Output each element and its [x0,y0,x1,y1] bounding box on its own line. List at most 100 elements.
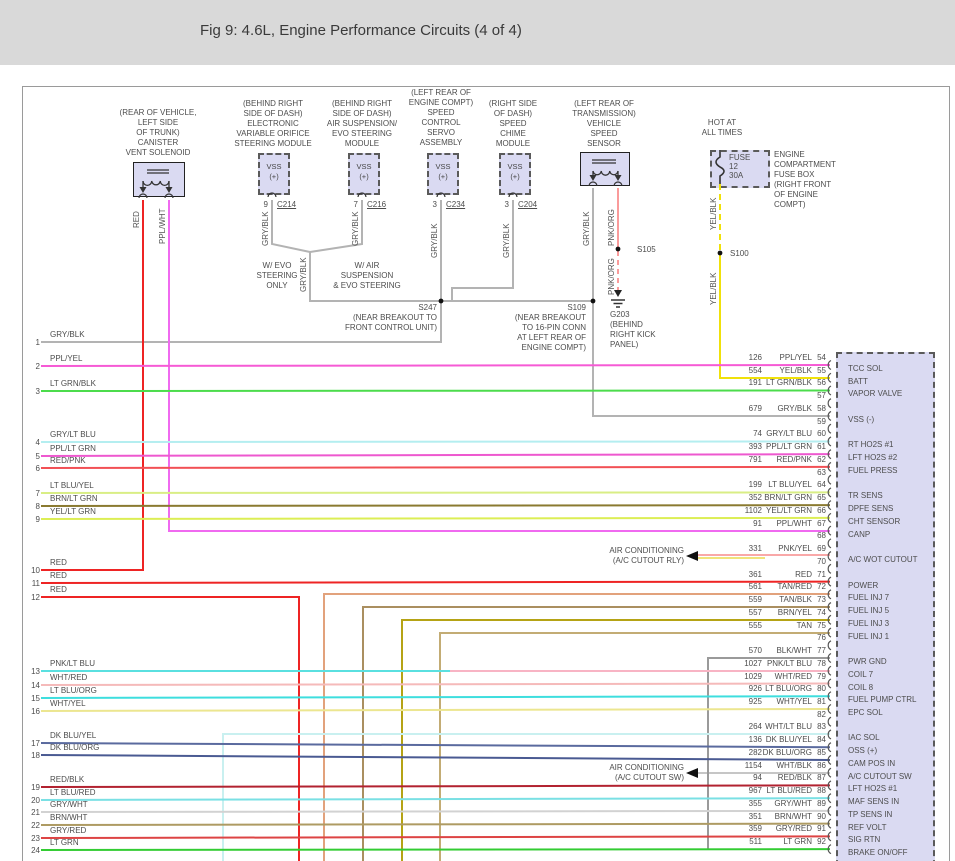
pcm-pin-number: 67 [817,518,826,528]
ac-cutout-rly-callout: AIR CONDITIONING (A/C CUTOUT RLY) [609,546,684,565]
pcm-wire-color: PPL/LT GRN [766,442,812,452]
canister-label: (REAR OF VEHICLE, LEFT SIDE OF TRUNK) CA… [119,108,197,157]
left-row-number: 23 [31,834,40,843]
left-row-label: PPL/YEL [50,354,83,363]
air-evo-label: W/ AIR SUSPENSION & EVO STEERING [333,261,401,290]
pcm-wire-color: PNK/YEL [778,544,812,554]
pcm-pin-number: 72 [817,582,826,592]
pcm-pin-number: 74 [817,607,826,617]
pcm-pin-number: 62 [817,454,826,464]
pcm-pin-label: TR SENS [848,491,883,501]
pcm-pin-label: CHT SENSOR [848,516,901,526]
wire-label-pnk-org: PNK/ORG [607,209,616,246]
left-row-number: 7 [35,489,40,498]
wire-label-gry-blk: GRY/BLK [430,223,439,258]
pcm-wire-color: PPL/WHT [776,518,812,528]
left-row-label: WHT/RED [50,673,88,682]
pcm-wire-color: LT BLU/YEL [768,480,812,490]
pcm-pin-number: 76 [817,633,826,643]
left-row-number: 18 [31,751,40,760]
left-row-label: PPL/LT GRN [50,444,96,453]
left-row-label: LT BLU/ORG [50,686,97,695]
left-row-number: 20 [31,796,40,805]
splice-s105-label: S105 [637,245,656,254]
pcm-wire-color: BRN/LT GRN [764,493,812,503]
pcm-wire-color: LT GRN/BLK [766,378,812,388]
pcm-pin-cavity [827,398,832,409]
pcm-pin-number: 66 [817,505,826,515]
pcm-wire-color: GRY/RED [775,824,812,834]
pcm-pin-number: 84 [817,735,826,745]
hot-at-all-times-label: HOT AT ALL TIMES [701,118,743,137]
pcm-pin-number: 64 [817,480,826,490]
left-row-label: LT BLU/YEL [50,481,94,490]
pcm-pin-label: FUEL INJ 1 [848,631,890,641]
pcm-wire-color: RED [795,569,812,579]
left-row-label: DK BLU/ORG [50,743,100,752]
pcm-pin-number: 56 [817,378,826,388]
wiring-diagram-page: Fig 9: 4.6L, Engine Performance Circuits… [0,0,955,861]
wire-label-gry-blk: GRY/BLK [261,211,270,246]
pcm-wire-color: WHT/BLK [776,760,812,770]
pcm-pin-number: 78 [817,658,826,668]
pcm-pin-number: 57 [817,391,826,401]
chime-connector: C204 [518,200,538,209]
left-row-label: YEL/LT GRN [50,507,96,516]
left-row-number: 19 [31,783,40,792]
wire [40,389,831,392]
pcm-wire-color: WHT/RED [774,671,812,681]
pcm-pin-label: CANP [848,529,871,539]
left-row-label: DK BLU/YEL [50,731,97,740]
pcm-pin-number: 73 [817,595,826,605]
pcm-pin-label: FUEL INJ 5 [848,606,890,616]
left-row-label: LT BLU/RED [50,788,96,797]
left-row-label: RED [50,558,67,567]
pcm-pin-number: 90 [817,811,826,821]
pcm-wire-color: WHT/LT BLU [765,722,812,732]
left-row-label: RED/BLK [50,775,85,784]
pcm-wire-color: TAN/RED [777,582,812,592]
pcm-pin-cavity [827,716,832,727]
pcm-pin-cavity [827,538,832,549]
pcm-pin-number: 71 [817,569,826,579]
pcm-pin-number: 81 [817,696,826,706]
pcm-wire-color: DK BLU/ORG [762,747,812,757]
pcm-pin-number: 69 [817,544,826,554]
pcm-pin-label: EPC SOL [848,707,883,717]
wire [40,707,831,712]
pcm-pin-label: IAC SOL [848,733,880,743]
pcm-wire-color: BRN/YEL [777,607,812,617]
pcm-pin-label: MAF SENS IN [848,797,900,807]
air-connector: C216 [367,200,387,209]
wire-label-gry-blk: GRY/BLK [351,211,360,246]
splice-s109-label: S109 (NEAR BREAKOUT TO 16-PIN CONN AT LE… [514,303,586,352]
pcm-wire-color: BLK/WHT [776,646,812,656]
pcm-pin-label: DPFE SENS [848,504,894,514]
left-row-label: BRN/LT GRN [50,494,98,503]
pcm-wire-color: LT BLU/ORG [765,684,812,694]
vss-sensor-label: (LEFT REAR OF TRANSMISSION) VEHICLE SPEE… [572,99,636,148]
pcm-pin-number: 92 [817,837,826,847]
pcm-wire-color: PPL/YEL [779,353,812,362]
splice-s247-label: S247 (NEAR BREAKOUT TO FRONT CONTROL UNI… [345,303,437,332]
left-row-number: 22 [31,821,40,830]
pcm-pin-cavity [827,423,832,434]
wire-label-yel-blk: YEL/BLK [709,197,718,230]
left-row-number: 16 [31,707,40,716]
left-row-label: RED [50,585,67,594]
pcm-pin-number: 83 [817,722,826,732]
servo-connector: C234 [446,200,466,209]
pcm-pin-number: 88 [817,786,826,796]
pcm-pin-label: REF VOLT [848,822,887,832]
left-row-number: 11 [31,579,40,588]
evo-pin: 9 [263,200,268,209]
pcm-pin-number: 82 [817,709,826,719]
pcm-wire-color: YEL/BLK [779,365,812,375]
pcm-pin-label: VAPOR VALVE [848,389,903,399]
pcm-pin-number: 60 [817,429,826,439]
chime-pin: 3 [504,200,509,209]
pcm-pin-number: 63 [817,467,826,477]
pcm-wire-color: GRY/WHT [774,798,812,808]
pcm-pin-number: 65 [817,493,826,503]
pcm-pin-label: A/C CUTOUT SW [848,771,912,781]
